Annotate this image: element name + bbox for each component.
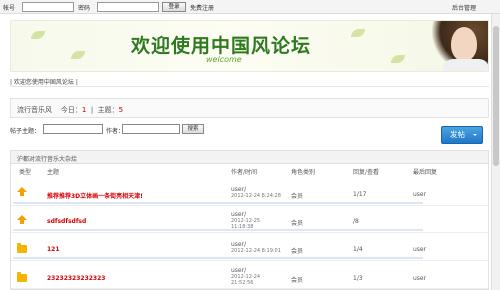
login-button[interactable]: 登录 xyxy=(162,2,186,12)
login-bar: 帐号 密码 登录 免费注册 后台管理 xyxy=(0,0,500,14)
new-post-label: 发帖 xyxy=(450,130,465,139)
banner-figure-face xyxy=(451,27,477,61)
topic-time: 2012-12-24 8:19:01 xyxy=(231,248,281,254)
forum-stats: 流行音乐风 今日：1 | 主题：5 xyxy=(10,98,489,118)
welcome-text: | 欢迎您使用中国风论坛 | xyxy=(10,76,489,87)
topic-last-reply[interactable]: user xyxy=(413,275,426,282)
topic-table-header: 类型 主题 作者/时间 角色类别 回复/查看 最后回复 xyxy=(11,167,488,179)
topic-author[interactable]: user/ xyxy=(231,267,246,274)
search-bar: 帖子主题： 作者： 搜索 xyxy=(10,124,240,136)
topic-board: 沪都对流行音乐大杂烩 类型 主题 作者/时间 角色类别 回复/查看 最后回复 推… xyxy=(10,150,489,290)
search-button[interactable]: 搜索 xyxy=(182,124,204,134)
password-label: 密码 xyxy=(78,5,91,12)
title-search-input[interactable] xyxy=(43,124,103,134)
topic-replies: 1/17 xyxy=(353,191,367,198)
author-search-input[interactable] xyxy=(122,124,180,134)
topic-row[interactable]: sdfsdfsdfsd user/ 2012-12-25 11:18:38 会员… xyxy=(11,208,488,233)
folder-icon xyxy=(17,272,27,282)
forum-name: 流行音乐风 xyxy=(17,106,52,114)
col-type: 类型 xyxy=(19,169,32,176)
today-count: 1 xyxy=(81,106,87,114)
topic-title-link[interactable]: 23232323232323 xyxy=(47,275,105,282)
topic-time: 2012-12-24 21:52:56 xyxy=(231,274,261,286)
topic-replies: 1/3 xyxy=(353,275,363,282)
topic-row[interactable]: 121 user/ 2012-12-24 8:19:01 会员 1/4 user xyxy=(11,236,488,261)
col-author-time: 作者/时间 xyxy=(231,169,258,176)
scrollbar-thumb[interactable] xyxy=(493,26,499,166)
today-label: 今日： xyxy=(60,106,82,114)
chevron-down-icon xyxy=(473,134,477,136)
account-input[interactable] xyxy=(22,2,74,12)
account-label: 帐号 xyxy=(3,5,16,12)
topic-replies: 1/4 xyxy=(353,246,363,253)
banner-subtitle: welcome xyxy=(206,55,242,64)
topic-title-link[interactable]: 121 xyxy=(47,246,60,253)
password-input[interactable] xyxy=(97,2,159,12)
up-arrow-icon xyxy=(17,215,27,224)
topic-author[interactable]: user/ xyxy=(231,241,246,248)
col-topic: 主题 xyxy=(47,169,60,176)
up-arrow-icon xyxy=(17,187,27,196)
col-role: 角色类别 xyxy=(291,169,316,176)
topic-author[interactable]: user/ xyxy=(231,211,246,218)
col-replies-views: 回复/查看 xyxy=(353,169,380,176)
topic-role: 会员 xyxy=(291,248,304,255)
banner-title: 欢迎使用中国风论坛 xyxy=(131,35,312,57)
banner-figure-body xyxy=(443,59,488,71)
topic-title-link[interactable]: sdfsdfsdfsd xyxy=(47,218,86,225)
register-link[interactable]: 免费注册 xyxy=(190,3,214,12)
topic-row[interactable]: 23232323232323 user/ 2012-12-24 21:52:56… xyxy=(11,264,488,289)
topic-last-reply[interactable]: user xyxy=(413,246,426,253)
topic-role: 会员 xyxy=(291,277,304,284)
topic-last-reply[interactable]: user xyxy=(413,191,426,198)
board-header: 沪都对流行音乐大杂烩 xyxy=(11,151,488,164)
col-last-reply: 最后回复 xyxy=(413,169,438,176)
topic-row[interactable]: 推荐推荐3D立体画一条街亮相天津! user/ 2012-12-24 8:24:… xyxy=(11,181,488,206)
folder-icon xyxy=(17,243,27,253)
topic-title-link[interactable]: 推荐推荐3D立体画一条街亮相天津! xyxy=(47,191,143,200)
topics-count: 5 xyxy=(118,106,124,114)
topic-time: 2012-12-24 8:24:28 xyxy=(231,193,281,199)
topic-replies: /8 xyxy=(353,218,359,225)
new-post-button[interactable]: 发帖 xyxy=(441,126,483,144)
page-scrollbar[interactable] xyxy=(491,14,500,290)
topic-role: 会员 xyxy=(291,220,304,227)
topic-role: 会员 xyxy=(291,193,304,200)
admin-link[interactable]: 后台管理 xyxy=(452,3,476,12)
topics-label: 主题： xyxy=(97,106,119,114)
title-search-label: 帖子主题： xyxy=(10,128,41,135)
forum-banner: 欢迎使用中国风论坛 welcome xyxy=(10,20,489,72)
topic-author[interactable]: user/ xyxy=(231,186,246,193)
